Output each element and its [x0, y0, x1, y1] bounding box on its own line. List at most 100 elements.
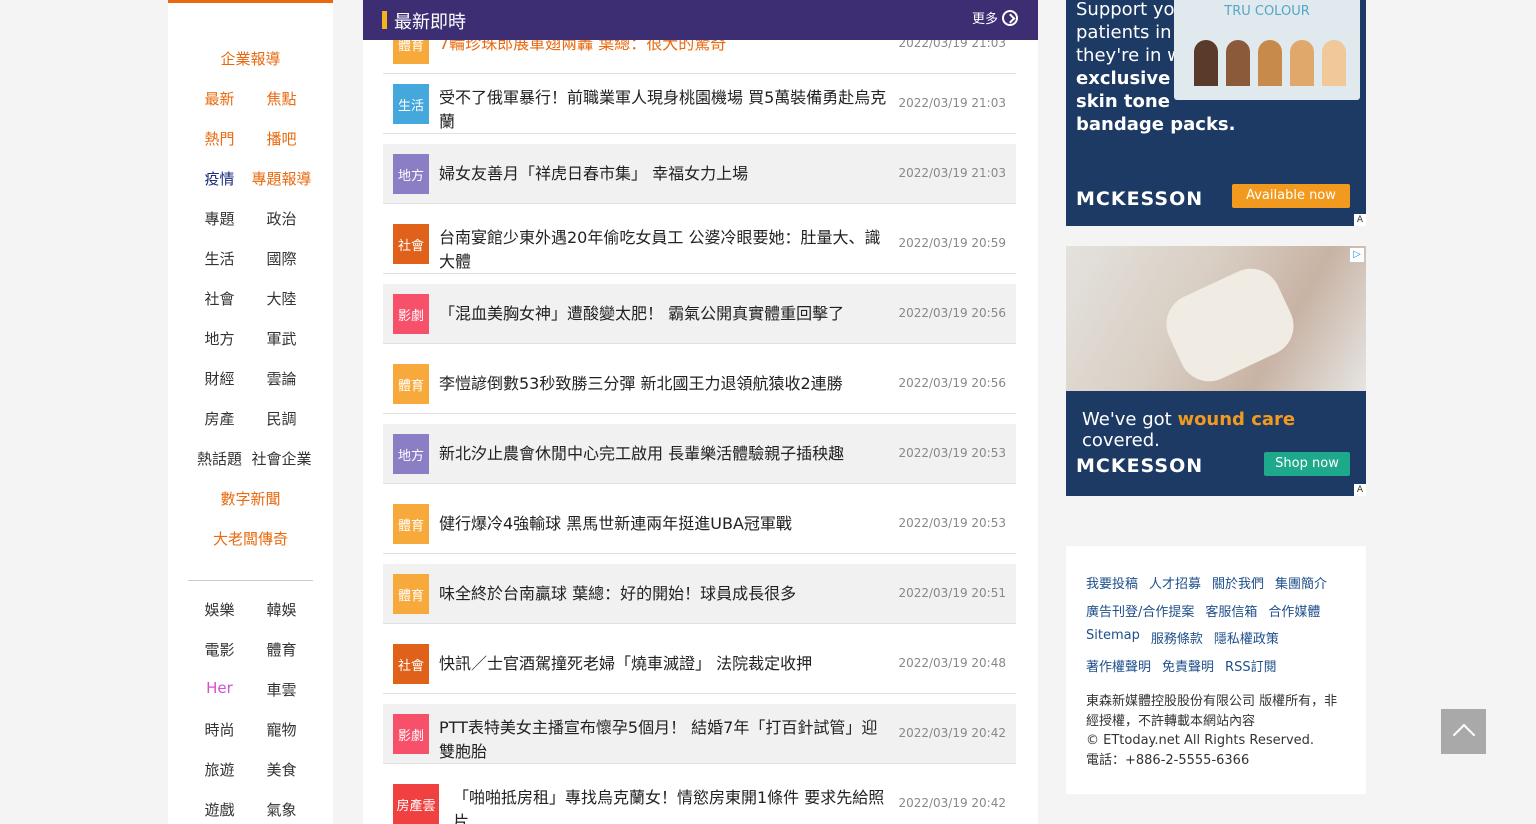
- news-item[interactable]: 體育 味全終於台南贏球 葉總：好的開始！球員成長很多 2022/03/19 20…: [383, 564, 1016, 624]
- nav-item-fashion[interactable]: 時尚: [189, 719, 251, 740]
- news-headline[interactable]: 婦女友善月「祥虎日春市集」 幸福女力上場: [439, 162, 887, 186]
- category-tag[interactable]: 地方: [393, 154, 429, 194]
- news-item[interactable]: 生活 受不了俄軍暴行！前職業軍人現身桃園機場 買5萬裝備勇赴烏克蘭 2022/0…: [383, 74, 1016, 134]
- news-time: 2022/03/19 20:56: [898, 376, 1006, 390]
- back-to-top-button[interactable]: [1441, 709, 1486, 754]
- nav-item-real-estate[interactable]: 房產: [189, 408, 251, 429]
- nav-item-special-report[interactable]: 專題報導: [251, 168, 313, 189]
- bandage-swatch: [1290, 40, 1314, 86]
- nav-item-pandemic[interactable]: 疫情: [189, 168, 251, 189]
- news-headline[interactable]: 健行爆冷4強輸球 黑馬世新連兩年挺進UBA冠軍戰: [439, 512, 887, 536]
- footer-link-terms[interactable]: 服務條款: [1151, 628, 1203, 647]
- footer-link-support-email[interactable]: 客服信箱: [1205, 601, 1257, 620]
- nav-item-boss-legend[interactable]: 大老闆傳奇: [168, 528, 333, 549]
- category-tag[interactable]: 體育: [393, 504, 429, 544]
- nav-item-society[interactable]: 社會: [189, 288, 251, 309]
- nav-item-local[interactable]: 地方: [189, 328, 251, 349]
- adchoices-icon[interactable]: A: [1354, 484, 1366, 496]
- footer-link-sitemap[interactable]: Sitemap: [1086, 628, 1140, 647]
- nav-item-data-news[interactable]: 數字新聞: [168, 488, 333, 509]
- nav-row: 疫情 專題報導: [168, 168, 333, 189]
- nav-row: Her 車雲: [168, 679, 333, 700]
- ad-banner-wound-care[interactable]: ▷ We've got wound care covered. MCKESSON…: [1066, 246, 1366, 496]
- footer-link-careers[interactable]: 人才招募: [1149, 573, 1201, 592]
- footer-link-about[interactable]: 關於我們: [1212, 573, 1264, 592]
- news-headline[interactable]: 受不了俄軍暴行！前職業軍人現身桃園機場 買5萬裝備勇赴烏克蘭: [439, 86, 887, 134]
- footer-link-copyright[interactable]: 著作權聲明: [1086, 656, 1151, 675]
- news-item[interactable]: 體育 健行爆冷4強輸球 黑馬世新連兩年挺進UBA冠軍戰 2022/03/19 2…: [383, 494, 1016, 554]
- nav-item-social-enterprise[interactable]: 社會企業: [251, 448, 313, 469]
- nav-item-travel[interactable]: 旅遊: [189, 759, 251, 780]
- nav-item-pets[interactable]: 寵物: [251, 719, 313, 740]
- nav-item-military[interactable]: 軍武: [251, 328, 313, 349]
- category-tag[interactable]: 地方: [393, 434, 429, 474]
- footer-links-row: Sitemap 服務條款 隱私權政策: [1086, 628, 1356, 647]
- nav-item-international[interactable]: 國際: [251, 248, 313, 269]
- ad-tagline: We've got wound care covered.: [1082, 409, 1366, 451]
- shop-now-button[interactable]: Shop now: [1264, 452, 1350, 476]
- nav-item-focus[interactable]: 焦點: [251, 88, 313, 109]
- news-headline[interactable]: PTT表特美女主播宣布懷孕5個月！ 結婚7年「打百針試管」迎雙胞胎: [439, 716, 887, 764]
- nav-item-podcast[interactable]: 播吧: [251, 128, 313, 149]
- category-tag[interactable]: 生活: [393, 84, 429, 124]
- more-link[interactable]: 更多: [972, 8, 1018, 27]
- footer-link-partners[interactable]: 合作媒體: [1268, 601, 1320, 620]
- site-footer-box: 我要投稿 人才招募 關於我們 集團簡介 廣告刊登/合作提案 客服信箱 合作媒體 …: [1066, 546, 1366, 794]
- category-tag[interactable]: 影劇: [393, 714, 429, 754]
- nav-item-poll[interactable]: 民調: [251, 408, 313, 429]
- nav-item-korean-ent[interactable]: 韓娛: [251, 599, 313, 620]
- nav-item-china[interactable]: 大陸: [251, 288, 313, 309]
- nav-item-cars[interactable]: 車雲: [251, 679, 313, 700]
- news-item[interactable]: 地方 新北汐止農會休閒中心完工啟用 長輩樂活體驗親子插秧趣 2022/03/19…: [383, 424, 1016, 484]
- news-headline[interactable]: 台南宴館少東外遇20年偷吃女員工 公婆冷眼要她：肚量大、識大體: [439, 226, 887, 274]
- nav-item-hot-topics[interactable]: 熱話題: [189, 448, 251, 469]
- nav-item-politics[interactable]: 政治: [251, 208, 313, 229]
- footer-link-group[interactable]: 集團簡介: [1275, 573, 1327, 592]
- nav-item-life[interactable]: 生活: [189, 248, 251, 269]
- news-item[interactable]: 房產雲 「啪啪抵房租」專找烏克蘭女！情慾房東開1條件 要求先給照片 2022/0…: [383, 774, 1016, 824]
- nav-item-her[interactable]: Her: [189, 679, 251, 700]
- category-tag[interactable]: 房產雲: [393, 784, 439, 824]
- nav-item-sports[interactable]: 體育: [251, 639, 313, 660]
- category-tag[interactable]: 體育: [393, 574, 429, 614]
- adchoices-icon[interactable]: A: [1354, 214, 1366, 226]
- news-item[interactable]: 體育 李愷諺倒數53秒致勝三分彈 新北國王力退領航猿收2連勝 2022/03/1…: [383, 354, 1016, 414]
- header-accent: [382, 11, 387, 29]
- nav-item-food[interactable]: 美食: [251, 759, 313, 780]
- news-headline[interactable]: 「混血美胸女神」遭酸變太肥！ 霸氣公開真實體重回擊了: [439, 302, 887, 326]
- footer-link-disclaimer[interactable]: 免責聲明: [1162, 656, 1214, 675]
- category-tag[interactable]: 影劇: [393, 294, 429, 334]
- footer-link-advertise[interactable]: 廣告刊登/合作提案: [1086, 601, 1194, 620]
- ad-banner-bandages[interactable]: Support your patients in the skin they'r…: [1066, 0, 1366, 226]
- nav-item-corporate-report[interactable]: 企業報導: [168, 48, 333, 69]
- nav-item-movie[interactable]: 電影: [189, 639, 251, 660]
- news-headline[interactable]: 「啪啪抵房租」專找烏克蘭女！情慾房東開1條件 要求先給照片: [453, 786, 887, 824]
- nav-item-finance[interactable]: 財經: [189, 368, 251, 389]
- nav-divider: [188, 580, 313, 581]
- nav-item-hot[interactable]: 熱門: [189, 128, 251, 149]
- news-item[interactable]: 社會 快訊／士官酒駕撞死老婦「燒車滅證」 法院裁定收押 2022/03/19 2…: [383, 634, 1016, 694]
- nav-item-entertainment[interactable]: 娛樂: [189, 599, 251, 620]
- nav-item-games[interactable]: 遊戲: [189, 799, 251, 820]
- news-item[interactable]: 地方 婦女友善月「祥虎日春市集」 幸福女力上場 2022/03/19 21:03: [383, 144, 1016, 204]
- ad-tagline-end: covered.: [1082, 430, 1160, 451]
- news-headline[interactable]: 味全終於台南贏球 葉總：好的開始！球員成長很多: [439, 582, 887, 606]
- category-tag[interactable]: 體育: [393, 364, 429, 404]
- category-tag[interactable]: 社會: [393, 224, 429, 264]
- news-item[interactable]: 影劇 「混血美胸女神」遭酸變太肥！ 霸氣公開真實體重回擊了 2022/03/19…: [383, 284, 1016, 344]
- nav-item-topic[interactable]: 專題: [189, 208, 251, 229]
- news-headline[interactable]: 新北汐止農會休閒中心完工啟用 長輩樂活體驗親子插秧趣: [439, 442, 887, 466]
- footer-link-privacy[interactable]: 隱私權政策: [1214, 628, 1279, 647]
- news-headline[interactable]: 快訊／士官酒駕撞死老婦「燒車滅證」 法院裁定收押: [439, 652, 887, 676]
- available-now-button[interactable]: Available now: [1232, 184, 1350, 208]
- footer-link-submit[interactable]: 我要投稿: [1086, 573, 1138, 592]
- footer-link-rss[interactable]: RSS訂閱: [1225, 656, 1277, 675]
- adchoices-icon[interactable]: ▷: [1350, 248, 1364, 262]
- nav-item-opinion[interactable]: 雲論: [251, 368, 313, 389]
- category-tag[interactable]: 社會: [393, 644, 429, 684]
- nav-item-latest[interactable]: 最新: [189, 88, 251, 109]
- news-item[interactable]: 影劇 PTT表特美女主播宣布懷孕5個月！ 結婚7年「打百針試管」迎雙胞胎 202…: [383, 704, 1016, 764]
- news-item[interactable]: 社會 台南宴館少東外遇20年偷吃女員工 公婆冷眼要她：肚量大、識大體 2022/…: [383, 214, 1016, 274]
- news-headline[interactable]: 李愷諺倒數53秒致勝三分彈 新北國王力退領航猿收2連勝: [439, 372, 887, 396]
- nav-item-weather[interactable]: 氣象: [251, 799, 313, 820]
